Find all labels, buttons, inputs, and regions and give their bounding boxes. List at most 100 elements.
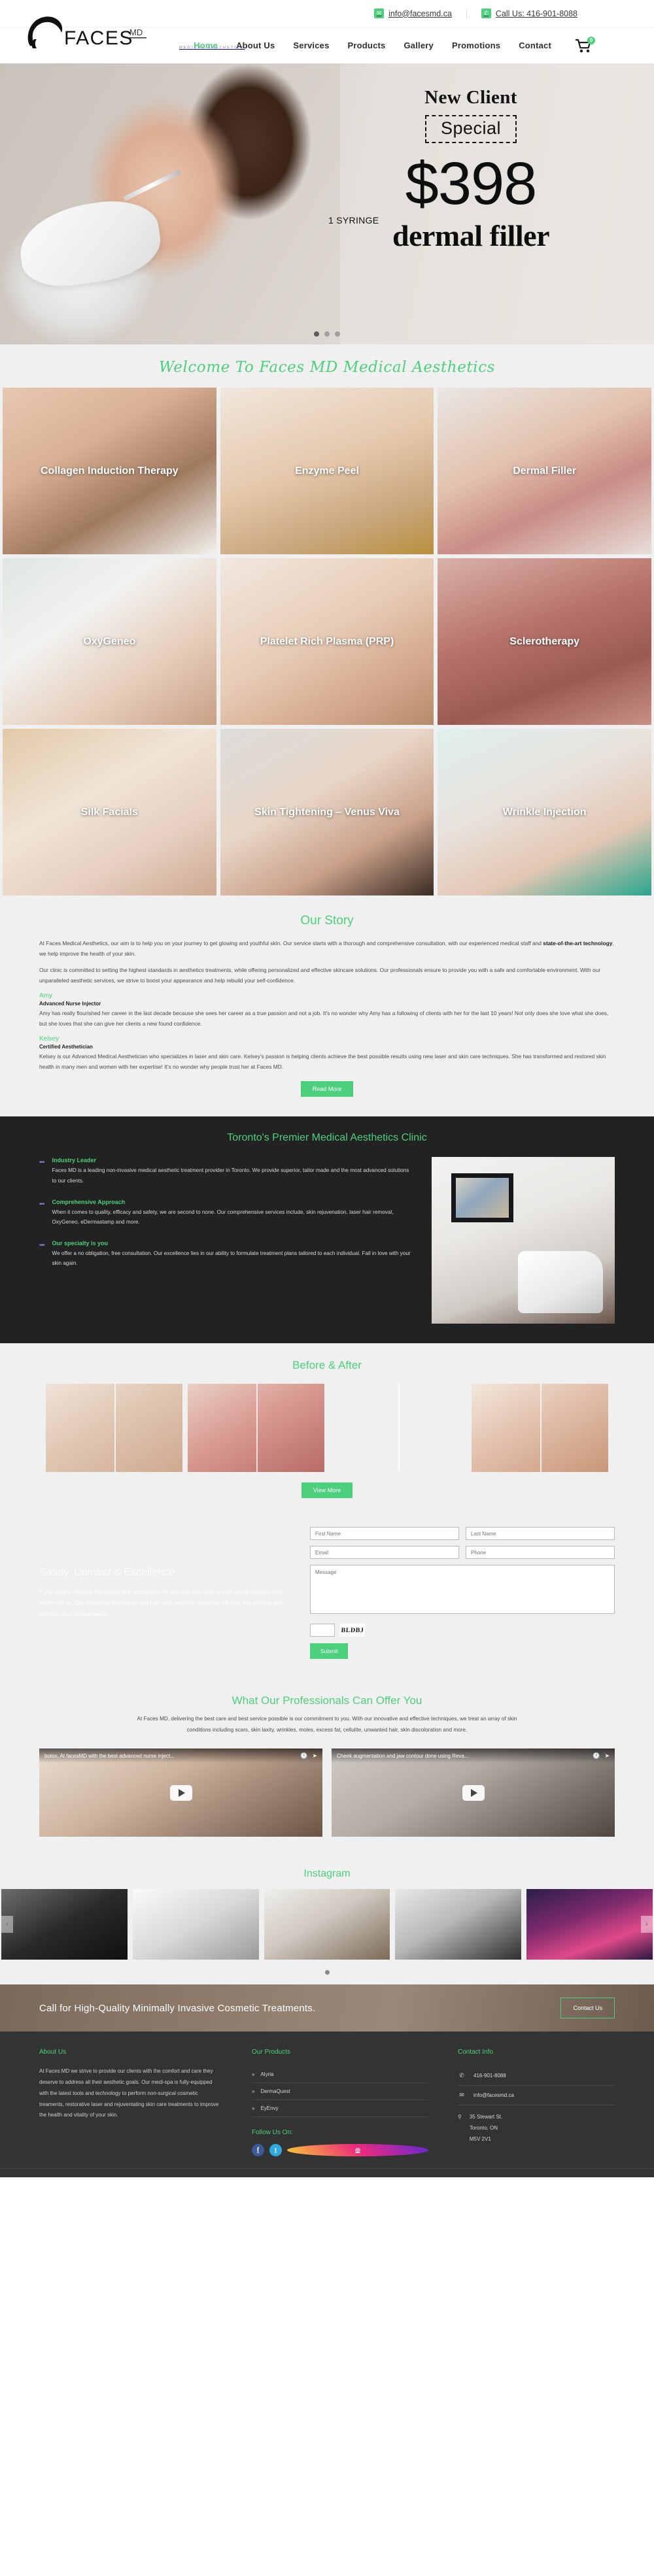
service-tile-silk-facials[interactable]: Silk Facials [3,729,216,895]
welcome-heading: Welcome To Faces MD Medical Aesthetics [158,359,496,376]
nav-item-contact[interactable]: Contact [509,41,560,50]
captcha-image: BLDBJ [339,1624,366,1637]
service-tile-skin-tightening-venus-viva[interactable]: Skin Tightening – Venus Viva [220,729,434,895]
service-tile-label: OxyGeneo [83,635,136,647]
video-player-1[interactable]: botox, At facesMD with the best advanced… [39,1748,322,1837]
service-tile-label: Platelet Rich Plasma (PRP) [260,635,394,647]
carousel-dot[interactable] [324,1970,330,1975]
service-tile-enzyme-peel[interactable]: Enzyme Peel [220,388,434,554]
topbar-phone-link[interactable]: ✆ Call Us: 416-901-8088 [466,8,592,18]
story-p1-bold: state-of-the-art technology [543,940,613,946]
phone-field[interactable] [466,1546,615,1560]
before-after-card[interactable] [188,1384,324,1473]
watch-later-icon[interactable]: 🕐 [300,1752,307,1760]
service-tile-oxygeneo[interactable]: OxyGeneo [3,558,216,725]
footer-contact: Contact Info ✆ 416-901-8088 ✉ info@faces… [458,2049,615,2156]
email-field[interactable] [310,1546,459,1560]
submit-button[interactable]: Submit [310,1643,349,1660]
staff-name-kelsey: Kelsey [39,1035,60,1043]
video-title-bar: botox, At facesMD with the best advanced… [39,1748,322,1764]
instagram-tile[interactable] [526,1889,653,1960]
hero-dot-1[interactable] [314,331,319,337]
staff-bio-kelsey: Kelsey is our Advanced Medical Aesthetic… [39,1053,606,1070]
welcome-section: Welcome To Faces MD Medical Aesthetics [0,344,654,388]
site-logo[interactable]: FACES MD MEDICAL AESTHETICS [25,9,245,50]
hero-syringe-label: 1 SYRINGE [328,215,379,226]
footer-about-title: About Us [39,2049,67,2056]
twitter-icon[interactable]: t [269,2144,282,2157]
hero-slider-dots[interactable] [0,331,654,337]
our-story-paragraph-1: At Faces Medical Aesthetics, our aim is … [39,939,615,959]
instagram-tile[interactable] [132,1889,259,1960]
contact-us-button[interactable]: Contact Us [560,1998,615,2019]
professionals-offer-section: What Our Professionals Can Offer You At … [0,1681,654,1857]
service-tile-sclerotherapy[interactable]: Sclerotherapy [438,558,651,725]
map-pin-icon: ⚲ [458,2114,462,2120]
before-after-title: Before & After [292,1359,362,1372]
instagram-icon[interactable]: ◎ [287,2144,428,2157]
service-tile-platelet-rich-plasma[interactable]: Platelet Rich Plasma (PRP) [220,558,434,725]
cta-text: Call for High-Quality Minimally Invasive… [39,2002,316,2014]
before-after-card[interactable] [46,1384,182,1473]
view-more-button[interactable]: View More [301,1482,353,1499]
bullet-icon: ••• [39,1200,44,1208]
footer-products: Our Products Alyria DermaQuest EyEnvy Fo… [252,2049,428,2157]
share-icon[interactable]: ➤ [312,1752,317,1760]
nav-item-services[interactable]: Services [284,41,338,50]
cart-button[interactable]: 0 [575,36,595,53]
feature-comprehensive-approach: ••• Comprehensive Approach When it comes… [39,1199,413,1227]
read-more-button[interactable]: Read More [300,1081,354,1097]
instagram-carousel-dots[interactable] [0,1960,654,1984]
treatment-chair-image [518,1251,603,1314]
nav-item-promotions[interactable]: Promotions [443,41,509,50]
feature-body: When it comes to quality, efficacy and s… [52,1209,394,1225]
phone-icon: ✆ [459,2072,464,2079]
service-tile-dermal-filler[interactable]: Dermal Filler [438,388,651,554]
watch-later-icon[interactable]: 🕐 [593,1752,600,1760]
logo-tagline: MEDICAL AESTHETICS [179,46,245,50]
svg-text:MD: MD [129,27,143,37]
footer-product-eyenvy[interactable]: EyEnvy [252,2100,428,2118]
footer-email-text: info@facesmd.ca [473,2092,514,2099]
staff-name-amy: Amy [39,992,52,1000]
envelope-icon: ✉ [459,2092,464,2099]
chevron-left-icon[interactable]: ‹ [1,1916,13,1933]
instagram-tile[interactable] [264,1889,390,1960]
service-tile-label: Wrinkle Injection [502,806,587,818]
video-player-2[interactable]: Cheek augmentation and jaw contour done … [332,1748,615,1837]
footer-email-row[interactable]: ✉ info@facesmd.ca [458,2086,615,2106]
footer-address-row: ⚲ 35 Stewart St. Toronto, ON M5V 2V1 [458,2105,615,2145]
footer-bottom-bar [0,2168,654,2178]
hero-slider[interactable]: New Client Special $398 1 SYRINGE dermal… [0,63,654,344]
premier-features: ••• Industry Leader Faces MD is a leadin… [39,1157,413,1324]
before-after-card[interactable] [472,1384,608,1473]
before-after-card[interactable] [330,1384,466,1473]
feature-heading: Industry Leader [52,1157,97,1164]
service-tile-collagen-induction-therapy[interactable]: Collagen Induction Therapy [3,388,216,554]
nav-item-gallery[interactable]: Gallery [394,41,443,50]
hero-dot-3[interactable] [335,331,340,337]
nav-item-products[interactable]: Products [339,41,395,50]
instagram-tile[interactable] [1,1889,128,1960]
footer-product-dermaquest[interactable]: DermaQuest [252,2083,428,2101]
facebook-icon[interactable]: f [252,2144,264,2157]
topbar-email-link[interactable]: ✉ info@facesmd.ca [360,8,466,18]
hero-dot-2[interactable] [324,331,330,337]
hero-special-badge: Special [424,115,517,143]
footer-product-alyria[interactable]: Alyria [252,2066,428,2084]
service-tile-wrinkle-injection[interactable]: Wrinkle Injection [438,729,651,895]
wall-art-image [451,1173,513,1223]
bullet-icon: ••• [39,1159,44,1167]
footer-phone-row[interactable]: ✆ 416-901-8088 [458,2066,615,2086]
play-button[interactable] [169,1784,192,1801]
envelope-icon: ✉ [374,8,385,18]
last-name-field[interactable] [466,1527,615,1541]
play-button[interactable] [462,1784,485,1801]
video-title: botox, At facesMD with the best advanced… [44,1752,175,1759]
instagram-tile[interactable] [395,1889,522,1960]
chevron-right-icon[interactable]: › [641,1916,653,1933]
captcha-input[interactable] [310,1624,335,1637]
message-field[interactable] [310,1565,615,1614]
first-name-field[interactable] [310,1527,459,1541]
share-icon[interactable]: ➤ [604,1752,610,1760]
